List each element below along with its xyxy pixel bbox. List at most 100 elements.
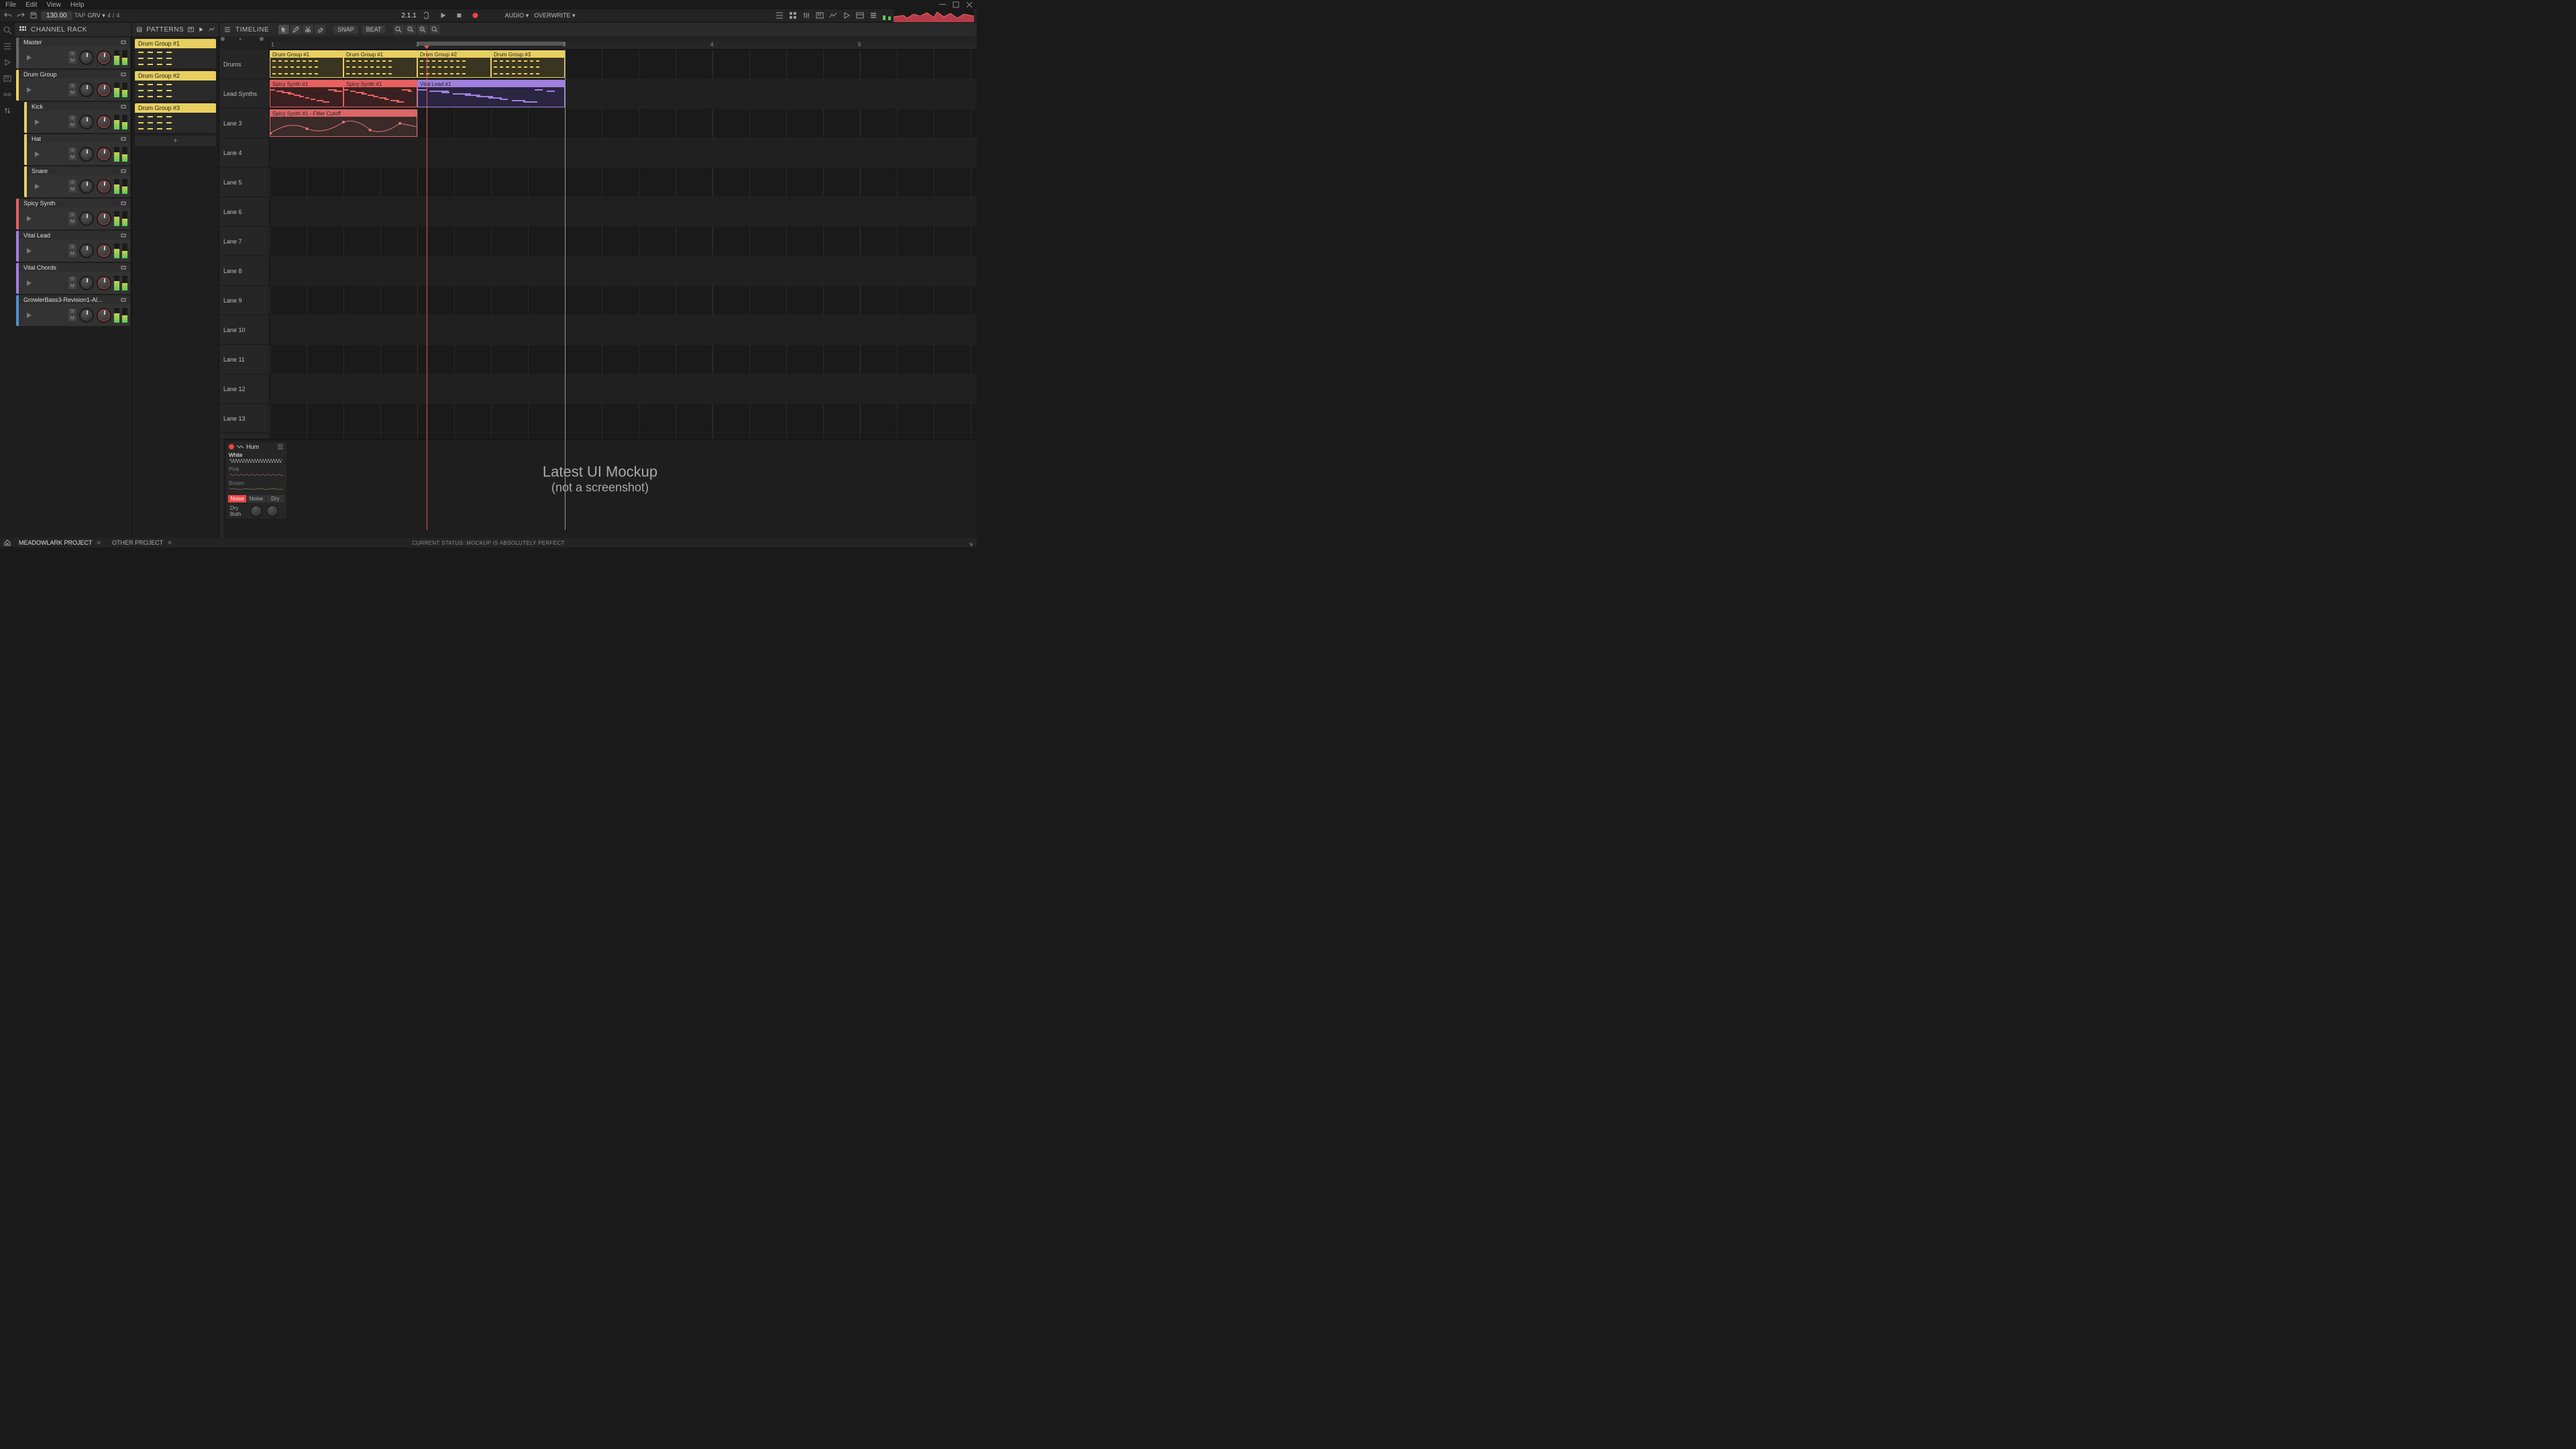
lane-label-10[interactable]: Lane 11 <box>219 345 269 374</box>
zoom-reset[interactable] <box>429 25 440 34</box>
channel-expand-icon[interactable] <box>120 71 127 78</box>
ruler[interactable]: 1 2 3 4 5 <box>270 42 977 50</box>
clip-synth[interactable]: Spicy Synth #1 <box>343 80 417 107</box>
channel-title[interactable]: Drum Group <box>16 70 130 78</box>
volume-knob[interactable] <box>97 179 111 194</box>
lane-label-6[interactable]: Lane 7 <box>219 227 269 256</box>
lane-row-2[interactable]: Spicy Synth #1 - Filter Cutoff <box>270 109 977 138</box>
solo-button[interactable]: S <box>68 115 76 121</box>
add-pattern-button[interactable]: + <box>135 136 216 146</box>
volume-knob[interactable] <box>97 308 111 323</box>
volume-knob[interactable] <box>97 83 111 97</box>
expand-icon[interactable] <box>966 539 973 546</box>
groove-dropdown[interactable]: GRV ▾ <box>87 12 105 19</box>
mute-button[interactable]: M <box>68 122 76 128</box>
lane-label-7[interactable]: Lane 8 <box>219 256 269 286</box>
channel-title[interactable]: Master <box>16 38 130 46</box>
audio-dropdown[interactable]: AUDIO ▾ <box>505 12 529 19</box>
tempo-field[interactable]: 130.00 <box>41 11 72 20</box>
solo-button[interactable]: S <box>68 148 76 154</box>
lane-label-3[interactable]: Lane 4 <box>219 138 269 168</box>
pan-knob[interactable] <box>79 308 94 323</box>
rail-piano-icon[interactable] <box>3 74 12 83</box>
zoom-in[interactable] <box>417 25 428 34</box>
minimize-icon[interactable] <box>939 1 946 8</box>
clip-synth[interactable]: Vital Lead #1 <box>417 80 565 107</box>
pattern-play-icon[interactable] <box>198 25 204 34</box>
channel-play-icon[interactable] <box>25 248 32 254</box>
lane-label-12[interactable]: Lane 13 <box>219 404 269 433</box>
pattern-2[interactable]: Drum Group #3 <box>135 103 216 133</box>
rail-list-icon[interactable] <box>3 42 12 51</box>
plugin-menu-icon[interactable] <box>277 444 284 449</box>
channel-title[interactable]: Vital Chords <box>16 263 130 272</box>
save-button[interactable] <box>28 10 39 21</box>
lane-row-12[interactable] <box>270 404 977 433</box>
knob-dry[interactable] <box>250 505 262 517</box>
volume-knob[interactable] <box>97 115 111 129</box>
volume-knob[interactable] <box>97 244 111 258</box>
lane-row-1[interactable]: Spicy Synth #1Spicy Synth #1Vital Lead #… <box>270 79 977 109</box>
channel-play-icon[interactable] <box>25 87 32 93</box>
pan-knob[interactable] <box>79 276 94 290</box>
tool-pencil[interactable] <box>290 25 301 34</box>
menu-help[interactable]: Help <box>70 1 85 9</box>
view-piano-icon[interactable] <box>814 10 825 21</box>
channel-title[interactable]: Hat <box>24 134 130 143</box>
solo-button[interactable]: S <box>68 276 76 282</box>
timesig-den[interactable]: 4 <box>116 12 119 19</box>
channel-1[interactable]: Drum Group S M <box>16 70 130 101</box>
lane-label-4[interactable]: Lane 5 <box>219 168 269 197</box>
mute-button[interactable]: M <box>68 219 76 225</box>
solo-button[interactable]: S <box>68 212 76 218</box>
channel-7[interactable]: Vital Chords S M <box>16 263 130 294</box>
play-button[interactable] <box>438 10 449 21</box>
channel-play-icon[interactable] <box>25 215 32 222</box>
lane-label-11[interactable]: Lane 12 <box>219 374 269 404</box>
redo-button[interactable] <box>15 10 26 21</box>
channel-title[interactable]: Vital Lead <box>16 231 130 239</box>
menu-view[interactable]: View <box>46 1 61 9</box>
record-button[interactable] <box>470 10 481 21</box>
solo-button[interactable]: S <box>68 51 76 57</box>
beat-mode[interactable]: BEAT <box>362 25 386 34</box>
lane-row-7[interactable] <box>270 256 977 286</box>
overwrite-dropdown[interactable]: OVERWRITE ▾ <box>534 12 575 19</box>
channel-play-icon[interactable] <box>25 54 32 61</box>
mute-button[interactable]: M <box>68 154 76 160</box>
view-mixer-icon[interactable] <box>801 10 812 21</box>
home-icon[interactable] <box>4 539 11 546</box>
channel-expand-icon[interactable] <box>120 136 127 142</box>
menu-file[interactable]: File <box>5 1 16 9</box>
lane-row-6[interactable] <box>270 227 977 256</box>
noise-pink[interactable]: Pink <box>226 466 286 480</box>
channel-title[interactable]: GrowlerBass3-Revision1-Al... <box>16 295 130 304</box>
pattern-1[interactable]: Drum Group #2 <box>135 71 216 101</box>
mute-button[interactable]: M <box>68 283 76 289</box>
close-tab-2[interactable]: ✕ <box>167 539 172 547</box>
channel-title[interactable]: Kick <box>24 102 130 111</box>
tab-noise-1[interactable]: Noise <box>228 495 246 502</box>
lane-row-10[interactable] <box>270 345 977 374</box>
menu-edit[interactable]: Edit <box>25 1 37 9</box>
channel-expand-icon[interactable] <box>120 232 127 239</box>
volume-knob[interactable] <box>97 211 111 226</box>
channel-expand-icon[interactable] <box>120 103 127 110</box>
tool-cut[interactable] <box>303 25 313 34</box>
stop-button[interactable] <box>454 10 465 21</box>
playhead-marker[interactable] <box>424 46 429 49</box>
channel-play-icon[interactable] <box>34 151 40 158</box>
volume-knob[interactable] <box>97 50 111 65</box>
rail-settings-icon[interactable] <box>3 106 12 115</box>
volume-knob[interactable] <box>97 147 111 162</box>
lane-row-9[interactable] <box>270 315 977 345</box>
rail-play-icon[interactable] <box>3 58 12 67</box>
lane-row-0[interactable]: Drum Group #1Drum Group #1Drum Group #2D… <box>270 50 977 79</box>
tab-dry[interactable]: Dry <box>266 495 284 502</box>
channel-6[interactable]: Vital Lead S M <box>16 231 130 262</box>
search-icon[interactable] <box>3 25 12 35</box>
channel-3[interactable]: Hat S M <box>24 134 130 165</box>
tool-pointer[interactable] <box>278 25 289 34</box>
rail-plugin-icon[interactable] <box>3 90 12 99</box>
noise-white[interactable]: White <box>226 451 286 466</box>
